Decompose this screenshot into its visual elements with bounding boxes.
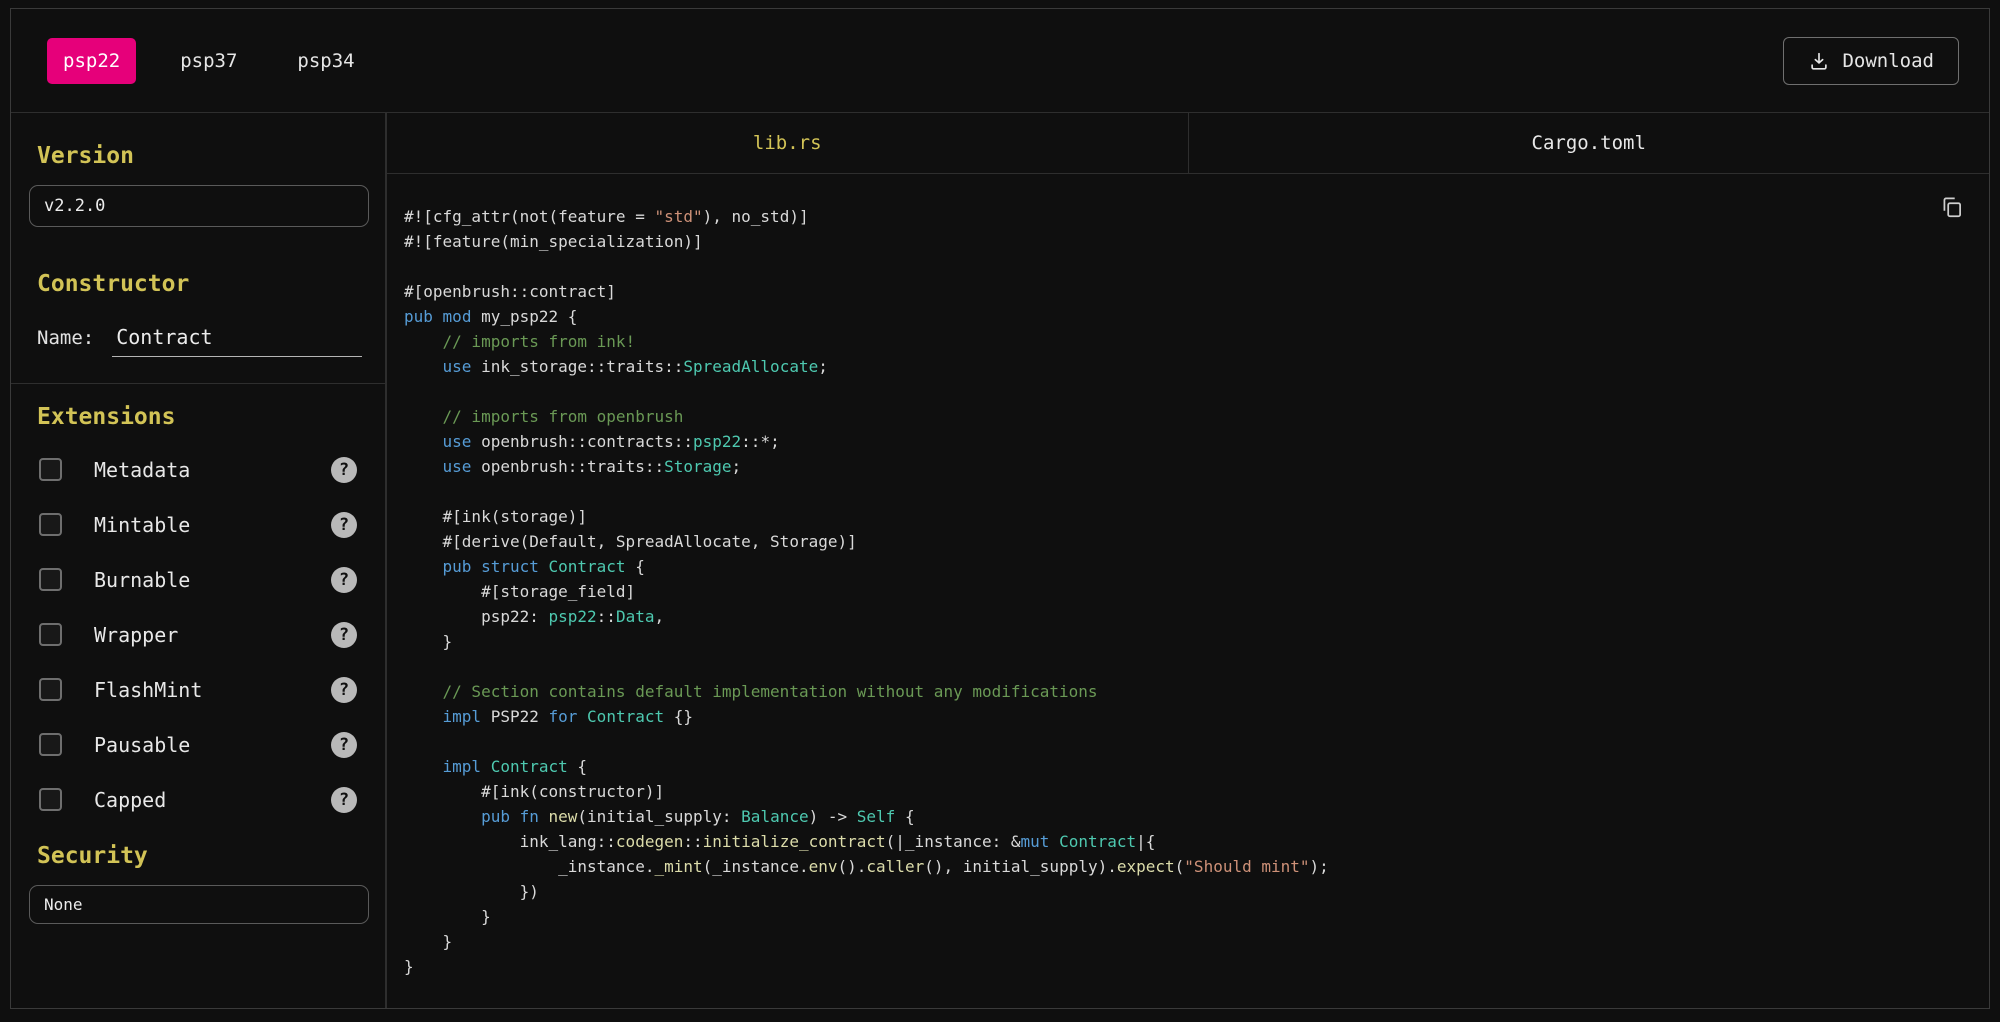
code-area: #![cfg_attr(not(feature = "std"), no_std… [387,174,1989,1008]
editor-panel: lib.rsCargo.toml #![cfg_attr(not(feature… [387,113,1989,1008]
checkbox-capped[interactable] [39,788,62,811]
code-line: // imports from ink! [404,329,1965,354]
extension-label-burnable: Burnable [94,568,190,592]
code-line: #![feature(min_specialization)] [404,229,1965,254]
extension-row-flashmint[interactable]: FlashMint? [29,662,369,717]
code-line: impl Contract { [404,754,1965,779]
code-line: } [404,904,1965,929]
code-line: use openbrush::contracts::psp22::*; [404,429,1965,454]
code-line: } [404,629,1965,654]
help-icon-capped[interactable]: ? [331,787,357,813]
code-line [404,729,1965,754]
copy-icon[interactable] [1935,190,1969,227]
help-icon-wrapper[interactable]: ? [331,622,357,648]
app-window: psp22 psp37 psp34 Download Version v2.2.0 … [10,8,1990,1009]
checkbox-flashmint[interactable] [39,678,62,701]
code-line: #[derive(Default, SpreadAllocate, Storag… [404,529,1965,554]
main-content: Version v2.2.0 Constructor Name: Extensi… [11,113,1989,1008]
file-tab-cargotoml[interactable]: Cargo.toml [1188,113,1990,173]
code-line: pub fn new(initial_supply: Balance) -> S… [404,804,1965,829]
version-heading: Version [37,143,369,169]
token-tab-psp22[interactable]: psp22 [47,38,136,84]
topbar: psp22 psp37 psp34 Download [11,9,1989,113]
file-tabs: lib.rsCargo.toml [387,113,1989,174]
code-line: use openbrush::traits::Storage; [404,454,1965,479]
constructor-heading: Constructor [37,271,369,297]
constructor-name-input[interactable] [112,325,362,357]
code-line [404,479,1965,504]
security-heading: Security [37,843,369,869]
extension-label-flashmint: FlashMint [94,678,202,702]
extension-row-wrapper[interactable]: Wrapper? [29,607,369,662]
code-line: #![cfg_attr(not(feature = "std"), no_std… [404,204,1965,229]
code-line: psp22: psp22::Data, [404,604,1965,629]
checkbox-burnable[interactable] [39,568,62,591]
extension-label-metadata: Metadata [94,458,190,482]
extension-row-burnable[interactable]: Burnable? [29,552,369,607]
extension-row-capped[interactable]: Capped? [29,772,369,827]
token-tab-psp34[interactable]: psp34 [281,38,370,84]
code-line: } [404,954,1965,979]
extensions-heading: Extensions [37,404,369,430]
code-line: }) [404,879,1965,904]
code-line: // Section contains default implementati… [404,679,1965,704]
version-select[interactable]: v2.2.0 [29,185,369,227]
code-line [404,379,1965,404]
download-icon [1808,50,1830,72]
code-line: #[storage_field] [404,579,1965,604]
download-button[interactable]: Download [1783,37,1959,85]
token-tab-psp37[interactable]: psp37 [164,38,253,84]
download-label: Download [1842,50,1934,72]
extension-label-capped: Capped [94,788,166,812]
code-line: } [404,929,1965,954]
code-line: ink_lang::codegen::initialize_contract(|… [404,829,1965,854]
extension-row-metadata[interactable]: Metadata? [29,442,369,497]
code-line [404,254,1965,279]
code-line: // imports from openbrush [404,404,1965,429]
sidebar-divider [11,383,385,384]
help-icon-mintable[interactable]: ? [331,512,357,538]
help-icon-pausable[interactable]: ? [331,732,357,758]
extension-label-mintable: Mintable [94,513,190,537]
file-tab-librs[interactable]: lib.rs [387,113,1188,173]
checkbox-pausable[interactable] [39,733,62,756]
extension-row-mintable[interactable]: Mintable? [29,497,369,552]
code-line: use ink_storage::traits::SpreadAllocate; [404,354,1965,379]
code-line: pub struct Contract { [404,554,1965,579]
code-line: #[ink(storage)] [404,504,1965,529]
code-line: #[openbrush::contract] [404,279,1965,304]
security-select[interactable]: None [29,885,369,924]
checkbox-wrapper[interactable] [39,623,62,646]
help-icon-burnable[interactable]: ? [331,567,357,593]
extension-label-wrapper: Wrapper [94,623,178,647]
code-line: impl PSP22 for Contract {} [404,704,1965,729]
checkbox-metadata[interactable] [39,458,62,481]
token-tabs: psp22 psp37 psp34 [47,38,371,84]
code-line: #[ink(constructor)] [404,779,1965,804]
code-line: _instance._mint(_instance.env().caller()… [404,854,1965,879]
sidebar: Version v2.2.0 Constructor Name: Extensi… [11,113,387,1008]
name-label: Name: [37,327,94,349]
code-block: #![cfg_attr(not(feature = "std"), no_std… [404,204,1965,979]
extension-label-pausable: Pausable [94,733,190,757]
constructor-name-row: Name: [37,325,369,357]
help-icon-flashmint[interactable]: ? [331,677,357,703]
help-icon-metadata[interactable]: ? [331,457,357,483]
extension-row-pausable[interactable]: Pausable? [29,717,369,772]
checkbox-mintable[interactable] [39,513,62,536]
code-line [404,654,1965,679]
extensions-list: Metadata?Mintable?Burnable?Wrapper?Flash… [29,442,369,827]
code-line: pub mod my_psp22 { [404,304,1965,329]
